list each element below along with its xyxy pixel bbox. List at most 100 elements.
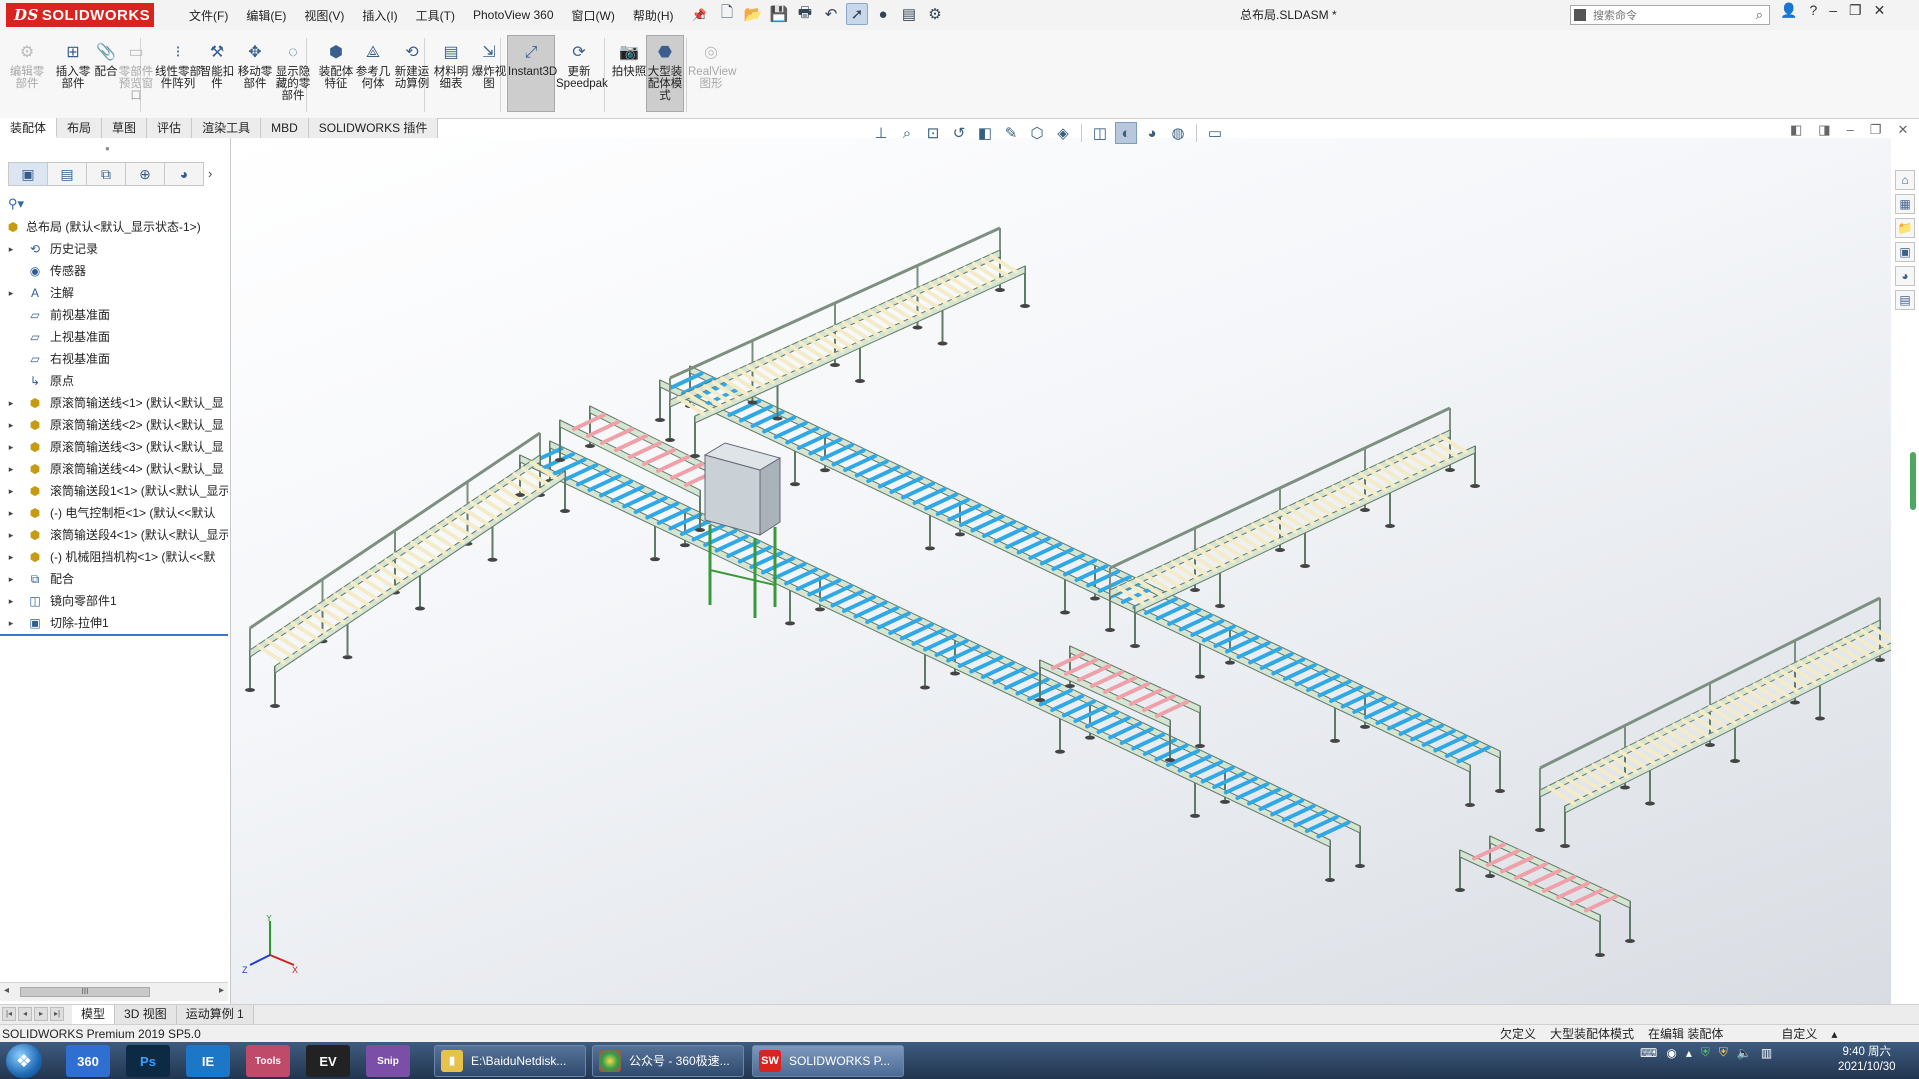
taskbar-window-browser[interactable]: 公众号 - 360极速... [592,1045,744,1077]
display-manager-tab-icon[interactable]: ◕ [164,162,204,186]
expand-arrow-icon[interactable]: ▸ [6,282,16,304]
expand-arrow-icon[interactable]: ▸ [6,436,16,458]
view-orientation-icon[interactable]: ⬡ [1026,122,1048,144]
tree-item[interactable]: ▱ 右视基准面 [0,348,228,370]
tree-item[interactable]: ↳ 原点 [0,370,228,392]
dynamic-annotation-icon[interactable]: ✎ [1000,122,1022,144]
taskbar-window-solidworks[interactable]: SW SOLIDWORKS P... [752,1045,904,1077]
search-commands-box[interactable]: ⌕ [1570,5,1770,25]
undo-icon[interactable]: ↶ [820,3,842,25]
rollback-bar[interactable] [0,634,228,636]
print-icon[interactable]: 🖶 [794,3,816,25]
ribbon-button-speedpak[interactable]: ⟳ 更新 Speedpak [556,42,608,112]
tab-assembly[interactable]: 装配体 [0,118,58,138]
menu-insert[interactable]: 插入(I) [353,7,406,24]
restore-button[interactable]: ❐ [1849,2,1862,19]
taskbar-pin-browser[interactable]: IE [186,1045,230,1077]
tree-item[interactable]: ▸ ⟲ 历史记录 [0,238,228,260]
scroll-right-icon[interactable]: ▸ [219,985,224,996]
search-input[interactable] [1591,7,1745,25]
expand-arrow-icon[interactable]: ▸ [6,524,16,546]
taskbar-clock[interactable]: 9:40 周六 2021/10/30 [1838,1045,1896,1075]
new-document-icon[interactable]: 🗋 [716,3,738,25]
expand-arrow-icon[interactable]: ▸ [6,458,16,480]
viewport-minimize-button[interactable]: – [1847,122,1854,138]
taskbar-pin-360[interactable]: 360 [66,1045,110,1077]
tab-evaluate[interactable]: 评估 [147,118,193,138]
property-manager-tab-icon[interactable]: ▤ [47,162,87,186]
minimize-button[interactable]: – [1829,2,1837,19]
feature-tree-scrollbar[interactable]: ◂ III ▸ [0,982,228,1001]
file-explorer-icon[interactable]: 📁 [1895,218,1915,238]
expand-arrow-icon[interactable]: ▸ [6,502,16,524]
ribbon-button-exploded-view[interactable]: ⇲ 爆炸视 图 [466,42,512,112]
feature-manager-tab-icon[interactable]: ▣ [8,162,48,186]
tree-item[interactable]: ▱ 上视基准面 [0,326,228,348]
configuration-manager-tab-icon[interactable]: ⧉ [86,162,126,186]
tree-item[interactable]: ▸ ⬢ 原滚筒输送线<3> (默认<默认_显 [0,436,228,458]
panel-grip[interactable]: ● [105,144,110,153]
hide-show-items-icon[interactable]: ◫ [1089,122,1111,144]
tree-item[interactable]: ▸ A 注解 [0,282,228,304]
first-tab-icon[interactable]: |◂ [2,1007,16,1021]
tree-item[interactable]: ▸ ⬢ 滚筒输送段1<1> (默认<默认_显示 [0,480,228,502]
last-tab-icon[interactable]: ▸| [50,1007,64,1021]
ribbon-button-show-hidden[interactable]: ◌ 显示隐 藏的零 部件 [270,42,316,112]
dimxpert-tab-icon[interactable]: ⊕ [125,162,165,186]
tree-item[interactable]: ▸ ⧉ 配合 [0,568,228,590]
expand-arrow-icon[interactable]: ▸ [6,238,16,260]
previous-view-icon[interactable]: ↺ [948,122,970,144]
tree-item[interactable]: ▸ ⬢ 原滚筒输送线<4> (默认<默认_显 [0,458,228,480]
options-gear-icon[interactable]: ⚙ [924,3,946,25]
conveyor-assembly-model[interactable] [231,138,1891,1004]
tree-item[interactable]: ◉ 传感器 [0,260,228,282]
tray-app-icon[interactable]: ◉ [1666,1046,1676,1060]
display-style-icon[interactable]: ◈ [1052,122,1074,144]
tab-sketch[interactable]: 草图 [102,118,148,138]
tray-volume-icon[interactable]: 🔈 [1737,1046,1752,1060]
help-icon[interactable]: ? [1809,2,1817,19]
close-button[interactable]: ✕ [1874,2,1886,19]
search-icon[interactable]: ⌕ [1756,6,1763,24]
menu-edit[interactable]: 编辑(E) [237,7,295,24]
apply-scene-icon[interactable]: ◕ [1141,122,1163,144]
design-library-icon[interactable]: ▦ [1895,194,1915,214]
custom-properties-icon[interactable]: ▤ [1895,290,1915,310]
menu-view[interactable]: 视图(V) [295,7,353,24]
viewport-tile-left-icon[interactable]: ◧ [1790,122,1802,138]
search-scope-icon[interactable] [1574,9,1586,21]
section-view-icon[interactable]: ◧ [974,122,996,144]
tree-item[interactable]: ▸ ◫ 镜向零部件1 [0,590,228,612]
view-orient-axis-icon[interactable]: ⊥ [870,122,892,144]
tab-model[interactable]: 模型 [72,1005,116,1024]
tree-root[interactable]: ⬢ 总布局 (默认<默认_显示状态-1>) [0,216,228,238]
solidworks-logo[interactable]: DS SOLIDWORKS [6,3,154,27]
taskbar-pin-tools[interactable]: Tools [246,1045,290,1077]
tab-mbd[interactable]: MBD [261,118,309,138]
expand-arrow-icon[interactable]: ▸ [6,568,16,590]
edit-appearance-icon[interactable]: ◐ [1115,122,1137,144]
menu-file[interactable]: 文件(F) [180,7,237,24]
view-palette-icon[interactable]: ▣ [1895,242,1915,262]
next-tab-icon[interactable]: ▸ [34,1007,48,1021]
tray-arrow-icon[interactable]: ▴ [1686,1046,1692,1060]
expand-arrow-icon[interactable]: ▸ [6,546,16,568]
expand-arrow-icon[interactable]: ▸ [6,612,16,634]
tab-addins[interactable]: SOLIDWORKS 插件 [308,118,439,138]
file-properties-icon[interactable]: ▤ [898,3,920,25]
ribbon-button-instant3d[interactable]: ⤢ Instant3D [507,35,557,112]
menu-photoview[interactable]: PhotoView 360 [464,8,563,22]
tab-3d-views[interactable]: 3D 视图 [115,1005,177,1024]
tab-layout[interactable]: 布局 [57,118,103,138]
save-icon[interactable]: 💾 [768,3,790,25]
expand-arrow-icon[interactable]: ▸ [6,392,16,414]
solidworks-resources-icon[interactable]: ⌂ [1895,170,1915,190]
tree-item[interactable]: ▸ ⬢ 原滚筒输送线<2> (默认<默认_显 [0,414,228,436]
open-icon[interactable]: 📂 [742,3,764,25]
taskbar-pin-photoshop[interactable]: Ps [126,1045,170,1077]
tree-filter-icon[interactable]: ⚲▾ [8,196,24,212]
tree-item[interactable]: ▱ 前视基准面 [0,304,228,326]
tree-item[interactable]: ▸ ▣ 切除-拉伸1 [0,612,228,634]
ribbon-button-large-assembly[interactable]: ⬣ 大型装 配体模 式 [646,35,684,112]
user-icon[interactable]: 👤 [1780,2,1797,19]
